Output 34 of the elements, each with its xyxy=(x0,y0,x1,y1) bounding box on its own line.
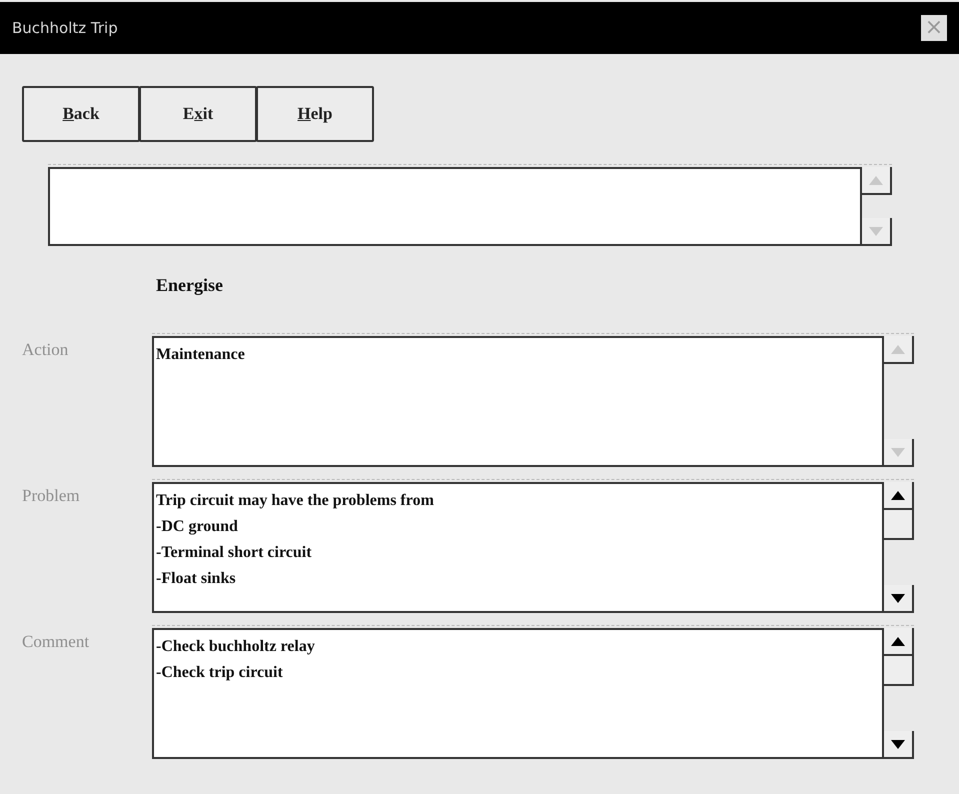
down-arrow-icon xyxy=(891,594,905,602)
window-title: Buchholtz Trip xyxy=(12,18,118,39)
toolbar-button[interactable]: Exit xyxy=(139,86,257,142)
scroll-down-button[interactable] xyxy=(884,731,914,759)
section-heading: Energise xyxy=(156,274,224,297)
scroll-down-button[interactable] xyxy=(884,439,914,467)
scroll-bar[interactable] xyxy=(862,167,892,246)
toolbar-button[interactable]: Back xyxy=(22,86,140,142)
down-arrow-icon xyxy=(869,226,883,236)
down-arrow-icon xyxy=(891,740,905,748)
up-arrow-icon xyxy=(869,176,883,184)
scroll-bar[interactable] xyxy=(884,482,914,613)
scroll-up-button[interactable] xyxy=(884,628,914,656)
field-label: Comment xyxy=(22,631,90,653)
scroll-thumb[interactable] xyxy=(884,510,914,540)
text-area[interactable]: Maintenance xyxy=(152,336,884,467)
text-area[interactable]: Trip circuit may have the problems from -DC ground -Terminal short circuit -Float sinks xyxy=(152,482,884,613)
up-arrow-icon xyxy=(891,344,905,354)
scroll-up-button[interactable] xyxy=(862,167,892,195)
scroll-down-button[interactable] xyxy=(884,585,914,613)
scroll-up-button[interactable] xyxy=(884,482,914,510)
scroll-up-button[interactable] xyxy=(884,336,914,364)
scroll-down-button[interactable] xyxy=(862,218,892,246)
scroll-thumb[interactable] xyxy=(884,656,914,686)
field-label: Problem xyxy=(22,485,81,507)
toolbar-button[interactable]: Help xyxy=(256,86,374,142)
scroll-bar[interactable] xyxy=(884,628,914,759)
field-label: Action xyxy=(22,339,70,361)
up-arrow-icon xyxy=(891,490,905,500)
up-arrow-icon xyxy=(891,636,905,646)
scroll-bar[interactable] xyxy=(884,336,914,467)
message-box[interactable] xyxy=(48,167,862,246)
text-area[interactable]: -Check buchholtz relay -Check trip circuit xyxy=(152,628,884,759)
down-arrow-icon xyxy=(891,448,905,456)
